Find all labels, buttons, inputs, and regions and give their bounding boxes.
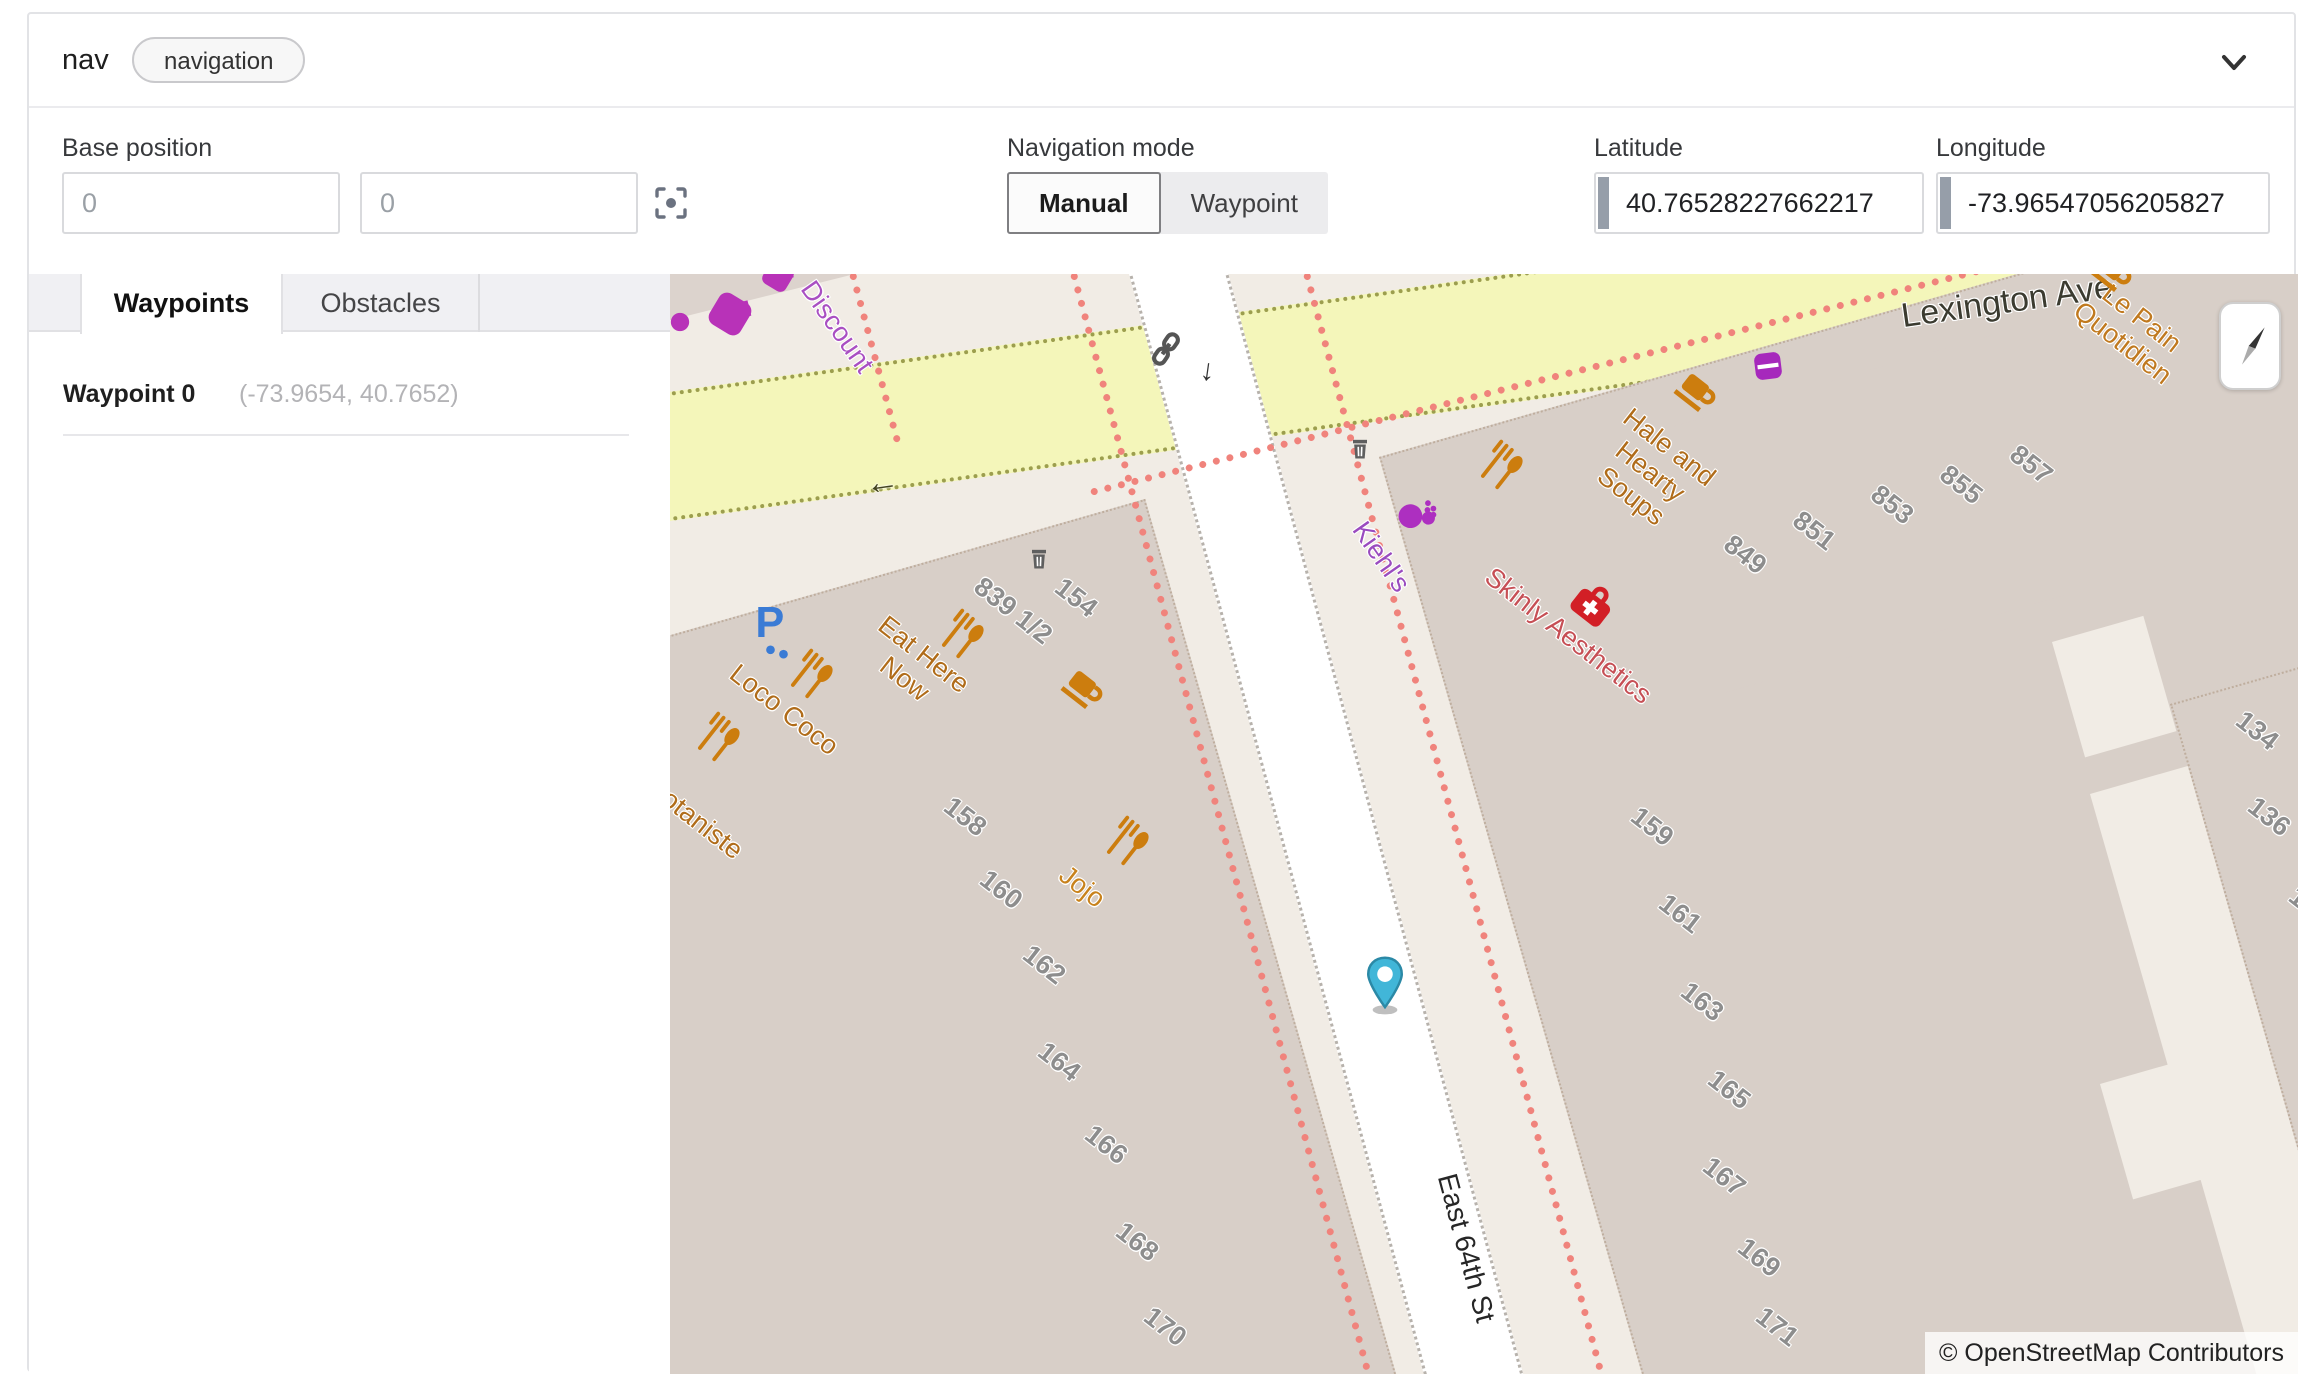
waste-basket-icon bbox=[1346, 434, 1374, 462]
latitude-input[interactable] bbox=[1594, 172, 1924, 234]
compass-needle-icon bbox=[2230, 322, 2270, 370]
panel-type-badge: navigation bbox=[132, 37, 305, 83]
app-screen: nav navigation Base position Navigation … bbox=[0, 0, 2322, 1396]
nav-panel: nav navigation Base position Navigation … bbox=[27, 12, 2296, 1372]
waypoint-coords: (-73.9654, 40.7652) bbox=[239, 380, 459, 409]
tab-bar: Waypoints Obstacles bbox=[29, 274, 670, 332]
longitude-accent-bar bbox=[1940, 177, 1951, 229]
panel-title: nav bbox=[62, 44, 109, 77]
latitude-field bbox=[1594, 172, 1924, 234]
svg-text:P: P bbox=[755, 600, 784, 647]
parking-icon: P bbox=[751, 600, 803, 652]
base-y-input[interactable] bbox=[360, 172, 638, 234]
longitude-input[interactable] bbox=[1936, 172, 2270, 234]
pick-base-on-map-icon[interactable] bbox=[652, 184, 690, 222]
tab-obstacles[interactable]: Obstacles bbox=[283, 274, 480, 332]
shop-icon bbox=[670, 311, 691, 333]
panel-header: nav navigation bbox=[29, 14, 2294, 108]
mode-manual-button[interactable]: Manual bbox=[1007, 172, 1161, 234]
collapse-chevron-icon[interactable] bbox=[2214, 42, 2254, 82]
settings-row: Base position Navigation mode Manual Way… bbox=[29, 108, 2294, 274]
navigation-mode-label: Navigation mode bbox=[1007, 134, 1195, 163]
longitude-label: Longitude bbox=[1936, 134, 2046, 163]
waypoint-list-item[interactable]: Waypoint 0 (-73.9654, 40.7652) bbox=[63, 374, 629, 436]
latitude-accent-bar bbox=[1598, 177, 1609, 229]
waypoints-panel: Waypoints Obstacles Waypoint 0 (-73.9654… bbox=[29, 274, 670, 1372]
waypoint-marker[interactable] bbox=[1363, 956, 1407, 1016]
map-attribution: © OpenStreetMap Contributors bbox=[1925, 1332, 2298, 1374]
oneway-down-arrow-icon: ↓ bbox=[1198, 355, 1232, 389]
waste-basket-icon bbox=[1025, 544, 1053, 572]
map-compass-button[interactable] bbox=[2219, 302, 2281, 390]
navigation-mode-toggle: Manual Waypoint bbox=[1007, 172, 1328, 234]
base-x-input[interactable] bbox=[62, 172, 340, 234]
base-position-label: Base position bbox=[62, 134, 212, 163]
longitude-field bbox=[1936, 172, 2270, 234]
oneway-left-arrow-icon: ← bbox=[863, 463, 901, 501]
latitude-label: Latitude bbox=[1594, 134, 1683, 163]
waypoint-name: Waypoint 0 bbox=[63, 380, 195, 409]
map-view[interactable]: Lexington AveEast 64th StDiscountKiehl's… bbox=[670, 274, 2298, 1374]
mode-waypoint-button[interactable]: Waypoint bbox=[1161, 172, 1328, 234]
tab-waypoints[interactable]: Waypoints bbox=[80, 274, 283, 334]
